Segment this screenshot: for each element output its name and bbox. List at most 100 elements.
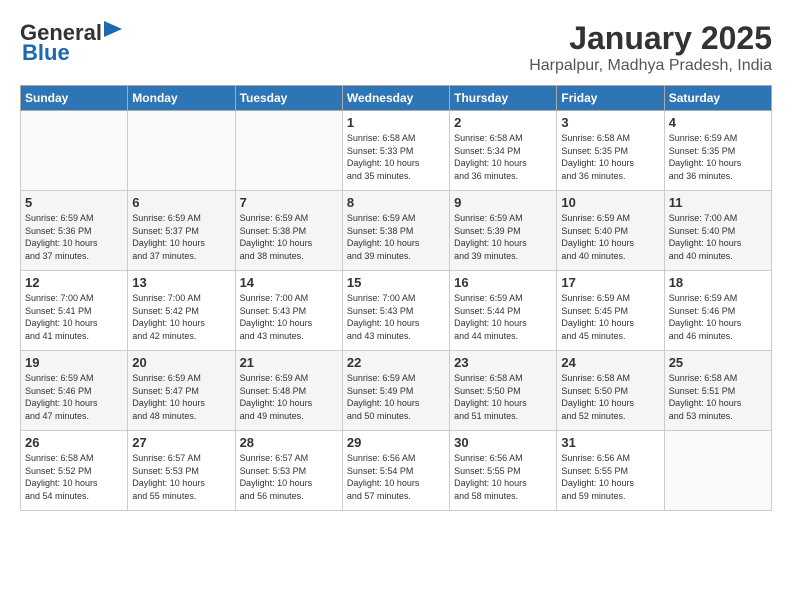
day-number: 25: [669, 355, 767, 370]
day-info: Sunrise: 6:59 AM Sunset: 5:35 PM Dayligh…: [669, 132, 767, 182]
day-info: Sunrise: 6:59 AM Sunset: 5:39 PM Dayligh…: [454, 212, 552, 262]
calendar-cell: 9 Sunrise: 6:59 AM Sunset: 5:39 PM Daylig…: [450, 191, 557, 271]
calendar-title: January 2025: [529, 20, 772, 57]
day-number: 15: [347, 275, 445, 290]
day-info: Sunrise: 6:59 AM Sunset: 5:49 PM Dayligh…: [347, 372, 445, 422]
day-info: Sunrise: 7:00 AM Sunset: 5:40 PM Dayligh…: [669, 212, 767, 262]
day-number: 9: [454, 195, 552, 210]
day-info: Sunrise: 6:56 AM Sunset: 5:54 PM Dayligh…: [347, 452, 445, 502]
day-number: 6: [132, 195, 230, 210]
logo: General Blue: [20, 20, 126, 66]
weekday-header-row: SundayMondayTuesdayWednesdayThursdayFrid…: [21, 86, 772, 111]
calendar-cell: 7 Sunrise: 6:59 AM Sunset: 5:38 PM Daylig…: [235, 191, 342, 271]
calendar-week-3: 12Sunrise: 7:00 AM Sunset: 5:41 PM Dayli…: [21, 271, 772, 351]
day-number: 31: [561, 435, 659, 450]
day-number: 7: [240, 195, 338, 210]
weekday-header-saturday: Saturday: [664, 86, 771, 111]
day-number: 8: [347, 195, 445, 210]
calendar-cell: 18 Sunrise: 6:59 AM Sunset: 5:46 PM Dayli…: [664, 271, 771, 351]
day-number: 29: [347, 435, 445, 450]
day-number: 27: [132, 435, 230, 450]
calendar-cell: [128, 111, 235, 191]
calendar-cell: 28Sunrise: 6:57 AM Sunset: 5:53 PM Dayli…: [235, 431, 342, 511]
calendar-cell: 6 Sunrise: 6:59 AM Sunset: 5:37 PM Daylig…: [128, 191, 235, 271]
logo-blue: Blue: [22, 40, 70, 66]
calendar-cell: 5 Sunrise: 6:59 AM Sunset: 5:36 PM Daylig…: [21, 191, 128, 271]
weekday-header-monday: Monday: [128, 86, 235, 111]
calendar-week-1: 1 Sunrise: 6:58 AM Sunset: 5:33 PM Daylig…: [21, 111, 772, 191]
day-number: 11: [669, 195, 767, 210]
calendar-cell: [235, 111, 342, 191]
weekday-header-wednesday: Wednesday: [342, 86, 449, 111]
day-info: Sunrise: 6:58 AM Sunset: 5:34 PM Dayligh…: [454, 132, 552, 182]
day-info: Sunrise: 6:59 AM Sunset: 5:37 PM Dayligh…: [132, 212, 230, 262]
day-number: 3: [561, 115, 659, 130]
day-number: 16: [454, 275, 552, 290]
calendar-cell: [664, 431, 771, 511]
calendar-week-5: 26 Sunrise: 6:58 AM Sunset: 5:52 PM Dayli…: [21, 431, 772, 511]
day-number: 18: [669, 275, 767, 290]
day-number: 1: [347, 115, 445, 130]
day-info: Sunrise: 6:58 AM Sunset: 5:50 PM Dayligh…: [454, 372, 552, 422]
day-info: Sunrise: 6:56 AM Sunset: 5:55 PM Dayligh…: [454, 452, 552, 502]
day-number: 30: [454, 435, 552, 450]
day-number: 26: [25, 435, 123, 450]
calendar-cell: [21, 111, 128, 191]
calendar-week-2: 5 Sunrise: 6:59 AM Sunset: 5:36 PM Daylig…: [21, 191, 772, 271]
day-number: 24: [561, 355, 659, 370]
day-info: Sunrise: 6:57 AM Sunset: 5:53 PM Dayligh…: [132, 452, 230, 502]
calendar-subtitle: Harpalpur, Madhya Pradesh, India: [529, 57, 772, 75]
day-info: Sunrise: 7:00 AM Sunset: 5:43 PM Dayligh…: [240, 292, 338, 342]
calendar-cell: 21 Sunrise: 6:59 AM Sunset: 5:48 PM Dayli…: [235, 351, 342, 431]
day-info: Sunrise: 6:59 AM Sunset: 5:46 PM Dayligh…: [25, 372, 123, 422]
page-header: General Blue January 2025 Harpalpur, Mad…: [20, 20, 772, 75]
calendar-cell: 2 Sunrise: 6:58 AM Sunset: 5:34 PM Daylig…: [450, 111, 557, 191]
weekday-header-friday: Friday: [557, 86, 664, 111]
calendar-cell: 4Sunrise: 6:59 AM Sunset: 5:35 PM Daylig…: [664, 111, 771, 191]
day-info: Sunrise: 6:59 AM Sunset: 5:48 PM Dayligh…: [240, 372, 338, 422]
day-number: 19: [25, 355, 123, 370]
calendar-cell: 25 Sunrise: 6:58 AM Sunset: 5:51 PM Dayli…: [664, 351, 771, 431]
day-number: 22: [347, 355, 445, 370]
calendar-cell: 31Sunrise: 6:56 AM Sunset: 5:55 PM Dayli…: [557, 431, 664, 511]
calendar-cell: 13Sunrise: 7:00 AM Sunset: 5:42 PM Dayli…: [128, 271, 235, 351]
day-info: Sunrise: 6:59 AM Sunset: 5:44 PM Dayligh…: [454, 292, 552, 342]
day-info: Sunrise: 6:58 AM Sunset: 5:51 PM Dayligh…: [669, 372, 767, 422]
title-block: January 2025 Harpalpur, Madhya Pradesh, …: [529, 20, 772, 75]
weekday-header-thursday: Thursday: [450, 86, 557, 111]
calendar-cell: 10 Sunrise: 6:59 AM Sunset: 5:40 PM Dayli…: [557, 191, 664, 271]
day-info: Sunrise: 7:00 AM Sunset: 5:43 PM Dayligh…: [347, 292, 445, 342]
calendar-cell: 26 Sunrise: 6:58 AM Sunset: 5:52 PM Dayli…: [21, 431, 128, 511]
day-info: Sunrise: 6:59 AM Sunset: 5:47 PM Dayligh…: [132, 372, 230, 422]
day-info: Sunrise: 6:59 AM Sunset: 5:38 PM Dayligh…: [240, 212, 338, 262]
day-info: Sunrise: 6:58 AM Sunset: 5:33 PM Dayligh…: [347, 132, 445, 182]
day-number: 2: [454, 115, 552, 130]
day-number: 21: [240, 355, 338, 370]
day-info: Sunrise: 6:58 AM Sunset: 5:52 PM Dayligh…: [25, 452, 123, 502]
calendar-cell: 30 Sunrise: 6:56 AM Sunset: 5:55 PM Dayli…: [450, 431, 557, 511]
calendar-cell: 8 Sunrise: 6:59 AM Sunset: 5:38 PM Daylig…: [342, 191, 449, 271]
day-number: 5: [25, 195, 123, 210]
calendar-cell: 22 Sunrise: 6:59 AM Sunset: 5:49 PM Dayli…: [342, 351, 449, 431]
day-number: 12: [25, 275, 123, 290]
day-info: Sunrise: 6:59 AM Sunset: 5:36 PM Dayligh…: [25, 212, 123, 262]
calendar-table: SundayMondayTuesdayWednesdayThursdayFrid…: [20, 85, 772, 511]
day-number: 17: [561, 275, 659, 290]
day-info: Sunrise: 6:59 AM Sunset: 5:38 PM Dayligh…: [347, 212, 445, 262]
calendar-cell: 17Sunrise: 6:59 AM Sunset: 5:45 PM Dayli…: [557, 271, 664, 351]
day-number: 10: [561, 195, 659, 210]
calendar-cell: 11 Sunrise: 7:00 AM Sunset: 5:40 PM Dayli…: [664, 191, 771, 271]
logo-flag-icon: [104, 21, 126, 37]
calendar-week-4: 19 Sunrise: 6:59 AM Sunset: 5:46 PM Dayli…: [21, 351, 772, 431]
calendar-cell: 14Sunrise: 7:00 AM Sunset: 5:43 PM Dayli…: [235, 271, 342, 351]
day-info: Sunrise: 6:58 AM Sunset: 5:35 PM Dayligh…: [561, 132, 659, 182]
day-info: Sunrise: 6:59 AM Sunset: 5:46 PM Dayligh…: [669, 292, 767, 342]
day-number: 20: [132, 355, 230, 370]
day-number: 13: [132, 275, 230, 290]
calendar-cell: 1 Sunrise: 6:58 AM Sunset: 5:33 PM Daylig…: [342, 111, 449, 191]
calendar-cell: 27 Sunrise: 6:57 AM Sunset: 5:53 PM Dayli…: [128, 431, 235, 511]
day-info: Sunrise: 6:59 AM Sunset: 5:40 PM Dayligh…: [561, 212, 659, 262]
calendar-cell: 3 Sunrise: 6:58 AM Sunset: 5:35 PM Daylig…: [557, 111, 664, 191]
day-number: 23: [454, 355, 552, 370]
calendar-cell: 20 Sunrise: 6:59 AM Sunset: 5:47 PM Dayli…: [128, 351, 235, 431]
